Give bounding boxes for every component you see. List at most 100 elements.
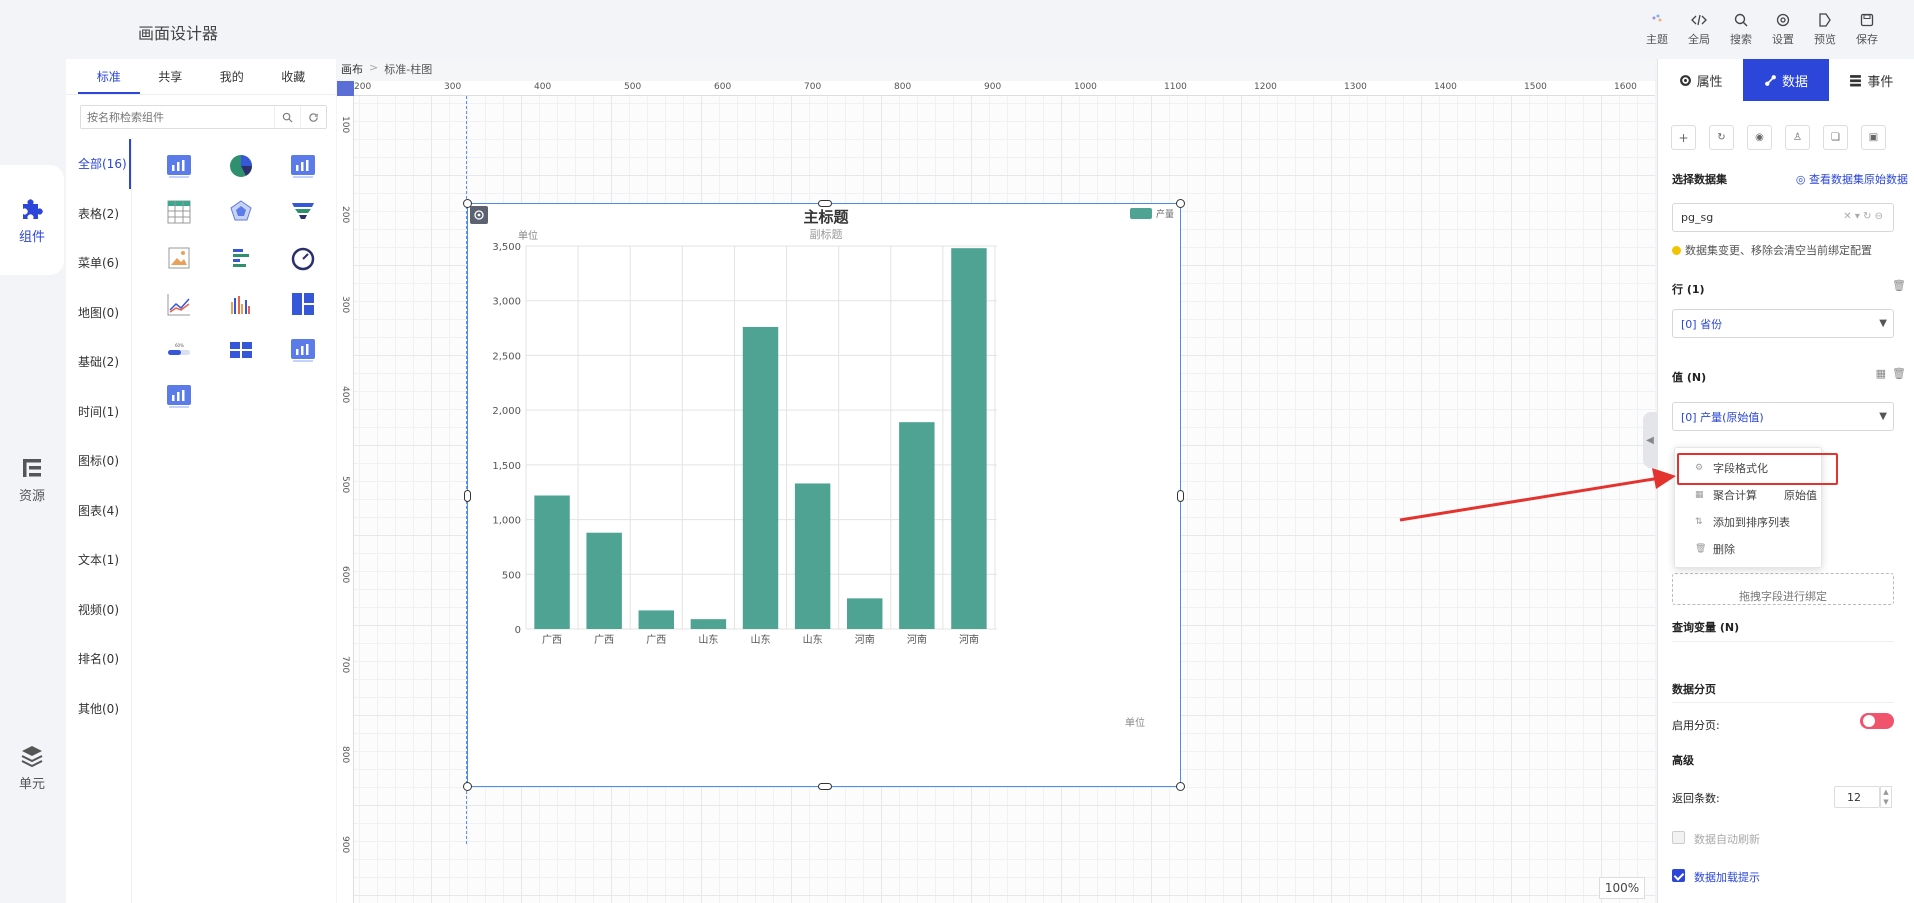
component-layout-grid[interactable]	[210, 331, 272, 368]
resize-handle-ne[interactable]	[1176, 199, 1185, 208]
component-bar-chart-2[interactable]	[272, 147, 334, 184]
resize-handle-se[interactable]	[1176, 782, 1185, 791]
row-count: (1)	[1686, 283, 1705, 296]
ruler-tick: 800	[340, 746, 350, 764]
category-item[interactable]: 地图(0)	[66, 288, 131, 338]
component-horizontal-bar[interactable]	[210, 239, 272, 276]
menu-item-delete[interactable]: 🗑 删除	[1675, 538, 1823, 560]
global-button[interactable]: 全局	[1682, 12, 1716, 47]
panel-collapse-toggle[interactable]: ◀	[1643, 412, 1657, 468]
chevron-down-icon[interactable]: ▼	[1879, 411, 1887, 422]
layers-icon	[21, 746, 43, 768]
category-item[interactable]: 菜单(6)	[66, 238, 131, 288]
x-tick-label: 河南	[855, 633, 875, 646]
category-item[interactable]: 文本(1)	[66, 535, 131, 585]
resize-handle-s[interactable]	[818, 783, 832, 790]
search-button[interactable]: 搜索	[1724, 12, 1758, 47]
tab-data[interactable]: 数据	[1743, 59, 1829, 101]
theme-button[interactable]: 主题	[1640, 12, 1674, 47]
row-field[interactable]: [0] 省份 ▼	[1672, 309, 1894, 338]
selected-chart-component[interactable]: 主标题 副标题 单位 单位 产量 0 500 1,000 1,500 2,000 2,50…	[463, 199, 1185, 791]
category-item[interactable]: 其他(0)	[66, 684, 131, 734]
tab-mine[interactable]: 我的	[201, 59, 263, 94]
auto-refresh-checkbox[interactable]	[1672, 831, 1685, 844]
settings-button[interactable]: 设置	[1766, 12, 1800, 47]
category-item[interactable]: 全部(16)	[66, 139, 131, 189]
component-bar-chart-3[interactable]	[272, 331, 334, 368]
tab-properties[interactable]: 属性	[1658, 59, 1744, 101]
search-submit-button[interactable]	[274, 106, 300, 128]
image-icon	[168, 247, 190, 268]
component-bar-chart[interactable]	[148, 147, 210, 184]
line-chart-icon	[167, 293, 190, 315]
breadcrumb-component[interactable]: 标准-柱图	[384, 61, 432, 77]
preview-button[interactable]: 预览	[1808, 12, 1842, 47]
category-item[interactable]: 图表(4)	[66, 486, 131, 536]
resize-handle-nw[interactable]	[463, 199, 472, 208]
x-tick-label: 广西	[542, 634, 562, 646]
component-layout[interactable]	[272, 285, 334, 322]
component-search-input[interactable]	[81, 106, 274, 128]
zoom-level[interactable]: 100%	[1599, 877, 1645, 899]
category-item[interactable]: 图标(0)	[66, 436, 131, 486]
category-item[interactable]: 表格(2)	[66, 189, 131, 239]
return-count-input[interactable]: 12	[1834, 786, 1880, 808]
add-button[interactable]: +	[1671, 125, 1696, 150]
category-item[interactable]: 基础(2)	[66, 337, 131, 387]
load-tip-checkbox[interactable]	[1672, 869, 1685, 882]
trash-icon[interactable]: 🗑	[1892, 367, 1906, 380]
tab-shared[interactable]: 共享	[140, 59, 202, 94]
component-multi-bar[interactable]	[210, 285, 272, 322]
resize-handle-sw[interactable]	[463, 782, 472, 791]
row-field-value: [0] 省份	[1681, 317, 1723, 331]
paging-toggle[interactable]	[1860, 713, 1894, 729]
breadcrumb-canvas[interactable]: 画布	[341, 61, 363, 77]
ruler-corner	[337, 81, 354, 96]
paste-button[interactable]: ▣	[1861, 125, 1886, 150]
component-bar-chart-4[interactable]	[148, 377, 210, 414]
component-table[interactable]	[148, 193, 210, 230]
view-button[interactable]: ◉	[1747, 125, 1772, 150]
component-funnel[interactable]	[272, 193, 334, 230]
nav-resources[interactable]: 资源	[0, 455, 64, 504]
copy-button[interactable]: ❏	[1823, 125, 1848, 150]
y-tick-label: 500	[502, 570, 521, 581]
tab-events[interactable]: 事件	[1828, 59, 1914, 101]
menu-item-aggregate[interactable]: ▦ 聚合计算 原始值	[1675, 484, 1823, 506]
chevron-down-icon[interactable]: ▼	[1879, 318, 1887, 329]
ruler-tick: 600	[714, 82, 732, 92]
component-image[interactable]	[148, 239, 210, 276]
category-item[interactable]: 排名(0)	[66, 634, 131, 684]
calculator-icon[interactable]: ▦	[1876, 367, 1886, 380]
component-pie-chart[interactable]	[210, 147, 272, 184]
component-progress[interactable]: 60%	[148, 331, 210, 368]
menu-item-sort[interactable]: ⇅ 添加到排序列表	[1675, 511, 1823, 533]
clear-refresh-icons[interactable]: ✕ ▾ ↻ ⊖	[1843, 211, 1883, 222]
save-button[interactable]: 保存	[1850, 12, 1884, 47]
view-raw-data-link[interactable]: ◎ 查看数据集原始数据	[1796, 171, 1908, 187]
ruler-tick: 900	[340, 836, 350, 854]
nav-components[interactable]: 组件	[0, 165, 64, 275]
field-drop-zone[interactable]: 拖拽字段进行绑定	[1672, 573, 1894, 605]
resize-handle-e[interactable]	[1177, 490, 1184, 502]
clean-button[interactable]: ♙	[1785, 125, 1810, 150]
component-gauge[interactable]	[272, 239, 334, 276]
dataset-select[interactable]: pg_sg ✕ ▾ ↻ ⊖	[1672, 203, 1894, 232]
category-item[interactable]: 视频(0)	[66, 585, 131, 635]
eye-icon: ◎	[1795, 173, 1809, 186]
component-line-chart[interactable]	[148, 285, 210, 322]
nav-units[interactable]: 单元	[0, 743, 64, 792]
stepper-icon[interactable]: ▲ ▼	[1880, 786, 1892, 808]
refresh-button[interactable]: ↻	[1709, 125, 1734, 150]
refresh-button[interactable]	[300, 106, 326, 128]
x-tick-label: 广西	[646, 634, 666, 646]
warning-icon	[1672, 245, 1681, 255]
trash-icon[interactable]: 🗑	[1892, 279, 1906, 292]
category-item[interactable]: 时间(1)	[66, 387, 131, 437]
tab-standard[interactable]: 标准	[78, 59, 140, 94]
component-radar[interactable]	[210, 193, 272, 230]
value-field[interactable]: [0] 产量(原始值) ▼	[1672, 402, 1894, 431]
resize-handle-n[interactable]	[818, 200, 832, 207]
resize-handle-w[interactable]	[464, 490, 471, 502]
tab-favorites[interactable]: 收藏	[263, 59, 325, 94]
